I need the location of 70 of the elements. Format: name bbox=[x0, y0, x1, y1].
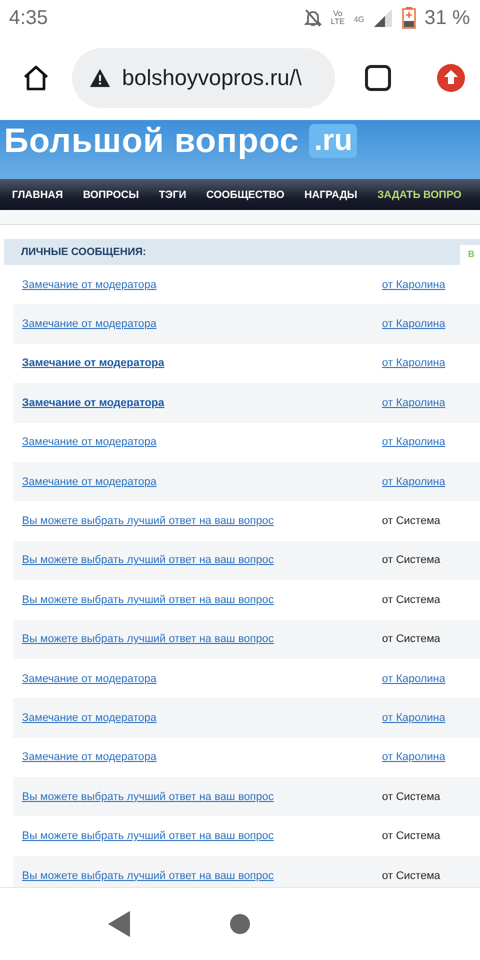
section-title: ЛИЧНЫЕ СООБЩЕНИЯ: bbox=[21, 246, 146, 258]
nav-link[interactable]: НАГРАДЫ bbox=[292, 188, 366, 200]
battery-icon bbox=[402, 7, 416, 29]
home-icon[interactable] bbox=[22, 64, 50, 92]
message-row[interactable]: Вы можете выбрать лучший ответ на ваш вопрос от Система bbox=[13, 580, 480, 620]
message-subject[interactable]: Замечание от модератора bbox=[22, 357, 382, 370]
sender-link[interactable]: от Каролина bbox=[382, 712, 446, 724]
message-subject[interactable]: Вы можете выбрать лучший ответ на ваш вопрос bbox=[22, 830, 382, 842]
message-subject[interactable]: Вы можете выбрать лучший ответ на ваш вопрос bbox=[22, 594, 382, 606]
message-row[interactable]: Замечание от модератора от Каролина bbox=[13, 304, 480, 344]
sender-link[interactable]: от Каролина bbox=[382, 318, 446, 330]
message-subject[interactable]: Вы можете выбрать лучший ответ на ваш вопрос bbox=[22, 870, 382, 882]
message-row[interactable]: Вы можете выбрать лучший ответ на ваш вопрос от Система bbox=[13, 777, 480, 816]
address-bar[interactable]: bolshoyvopros.ru/\ bbox=[72, 48, 335, 108]
clock: 4:35 bbox=[9, 6, 48, 30]
nav-link[interactable]: ВОПРОСЫ bbox=[70, 188, 147, 200]
sender-link[interactable]: от Каролина bbox=[382, 672, 446, 685]
message-subject[interactable]: Замечание от модератора bbox=[22, 751, 382, 764]
message-subject[interactable]: Замечание от модератора bbox=[22, 278, 382, 291]
sender-link[interactable]: от Каролина bbox=[382, 751, 446, 764]
warning-icon bbox=[90, 69, 110, 87]
nav-link[interactable]: ГЛАВНАЯ bbox=[0, 188, 71, 200]
back-icon[interactable] bbox=[108, 911, 130, 937]
message-subject[interactable]: Замечание от модератора bbox=[22, 476, 382, 488]
volte-indicator: Vo LTE bbox=[330, 10, 346, 26]
sender-name: от Система bbox=[382, 870, 440, 882]
sender-name: от Система bbox=[382, 515, 440, 528]
message-subject[interactable]: Замечание от модератора bbox=[22, 712, 382, 724]
message-row[interactable]: Вы можете выбрать лучший ответ на ваш вопрос от Система bbox=[13, 540, 480, 580]
message-row[interactable]: Замечание от модератора от Каролина bbox=[13, 422, 480, 462]
message-subject[interactable]: Замечание от модератора bbox=[22, 672, 382, 685]
message-subject[interactable]: Замечание от модератора bbox=[22, 318, 382, 330]
message-subject[interactable]: Замечание от модератора bbox=[22, 396, 382, 409]
message-row[interactable]: Вы можете выбрать лучший ответ на ваш вопрос от Система bbox=[13, 856, 480, 887]
sender-name: от Система bbox=[382, 790, 440, 803]
signal-icon bbox=[372, 8, 394, 28]
sender-link[interactable]: от Каролина bbox=[382, 357, 446, 370]
sender-name: от Система bbox=[382, 633, 440, 646]
message-subject[interactable]: Замечание от модератора bbox=[22, 436, 382, 448]
message-row[interactable]: Вы можете выбрать лучший ответ на ваш вопрос от Система bbox=[13, 620, 480, 659]
message-subject[interactable]: Вы можете выбрать лучший ответ на ваш вопрос bbox=[22, 554, 382, 566]
message-row[interactable]: Вы можете выбрать лучший ответ на ваш вопрос от Система bbox=[13, 501, 480, 541]
sender-link[interactable]: от Каролина bbox=[382, 278, 446, 291]
sender-link[interactable]: от Каролина bbox=[382, 396, 446, 409]
sender-link[interactable]: от Каролина bbox=[382, 476, 446, 488]
sender-name: от Система bbox=[382, 554, 440, 566]
update-icon[interactable] bbox=[437, 64, 465, 92]
message-subject[interactable]: Вы можете выбрать лучший ответ на ваш вопрос bbox=[22, 633, 382, 646]
message-row[interactable]: Замечание от модератора от Каролина bbox=[13, 698, 480, 738]
network-type: 4G bbox=[354, 14, 364, 24]
message-row[interactable]: Замечание от модератора от Каролина bbox=[13, 738, 480, 778]
message-subject[interactable]: Вы можете выбрать лучший ответ на ваш вопрос bbox=[22, 790, 382, 803]
message-row[interactable]: Замечание от модератора от Каролина bbox=[13, 462, 480, 502]
message-row[interactable]: Замечание от модератора от Каролина bbox=[13, 383, 480, 423]
bell-off-icon bbox=[304, 8, 322, 28]
message-row[interactable]: Замечание от модератора от Каролина bbox=[13, 265, 480, 304]
message-row[interactable]: Вы можете выбрать лучший ответ на ваш вопрос от Система bbox=[13, 816, 480, 856]
sender-name: от Система bbox=[382, 594, 440, 606]
message-row[interactable]: Замечание от модератора от Каролина bbox=[13, 344, 480, 384]
message-row[interactable]: Замечание от модератора от Каролина bbox=[13, 658, 480, 698]
message-subject[interactable]: Вы можете выбрать лучший ответ на ваш вопрос bbox=[22, 515, 382, 528]
sender-link[interactable]: от Каролина bbox=[382, 436, 446, 448]
sender-name: от Система bbox=[382, 830, 440, 842]
battery-level: 31 % bbox=[424, 6, 470, 30]
site-logo[interactable]: Большой вопрос bbox=[4, 122, 300, 160]
nav-link[interactable]: ЗАДАТЬ ВОПРО bbox=[365, 188, 470, 200]
nav-link[interactable]: ТЭГИ bbox=[146, 188, 194, 200]
home-button[interactable] bbox=[230, 914, 250, 934]
nav-link[interactable]: СООБЩЕСТВО bbox=[194, 188, 292, 200]
tabs-button[interactable] bbox=[365, 65, 391, 91]
